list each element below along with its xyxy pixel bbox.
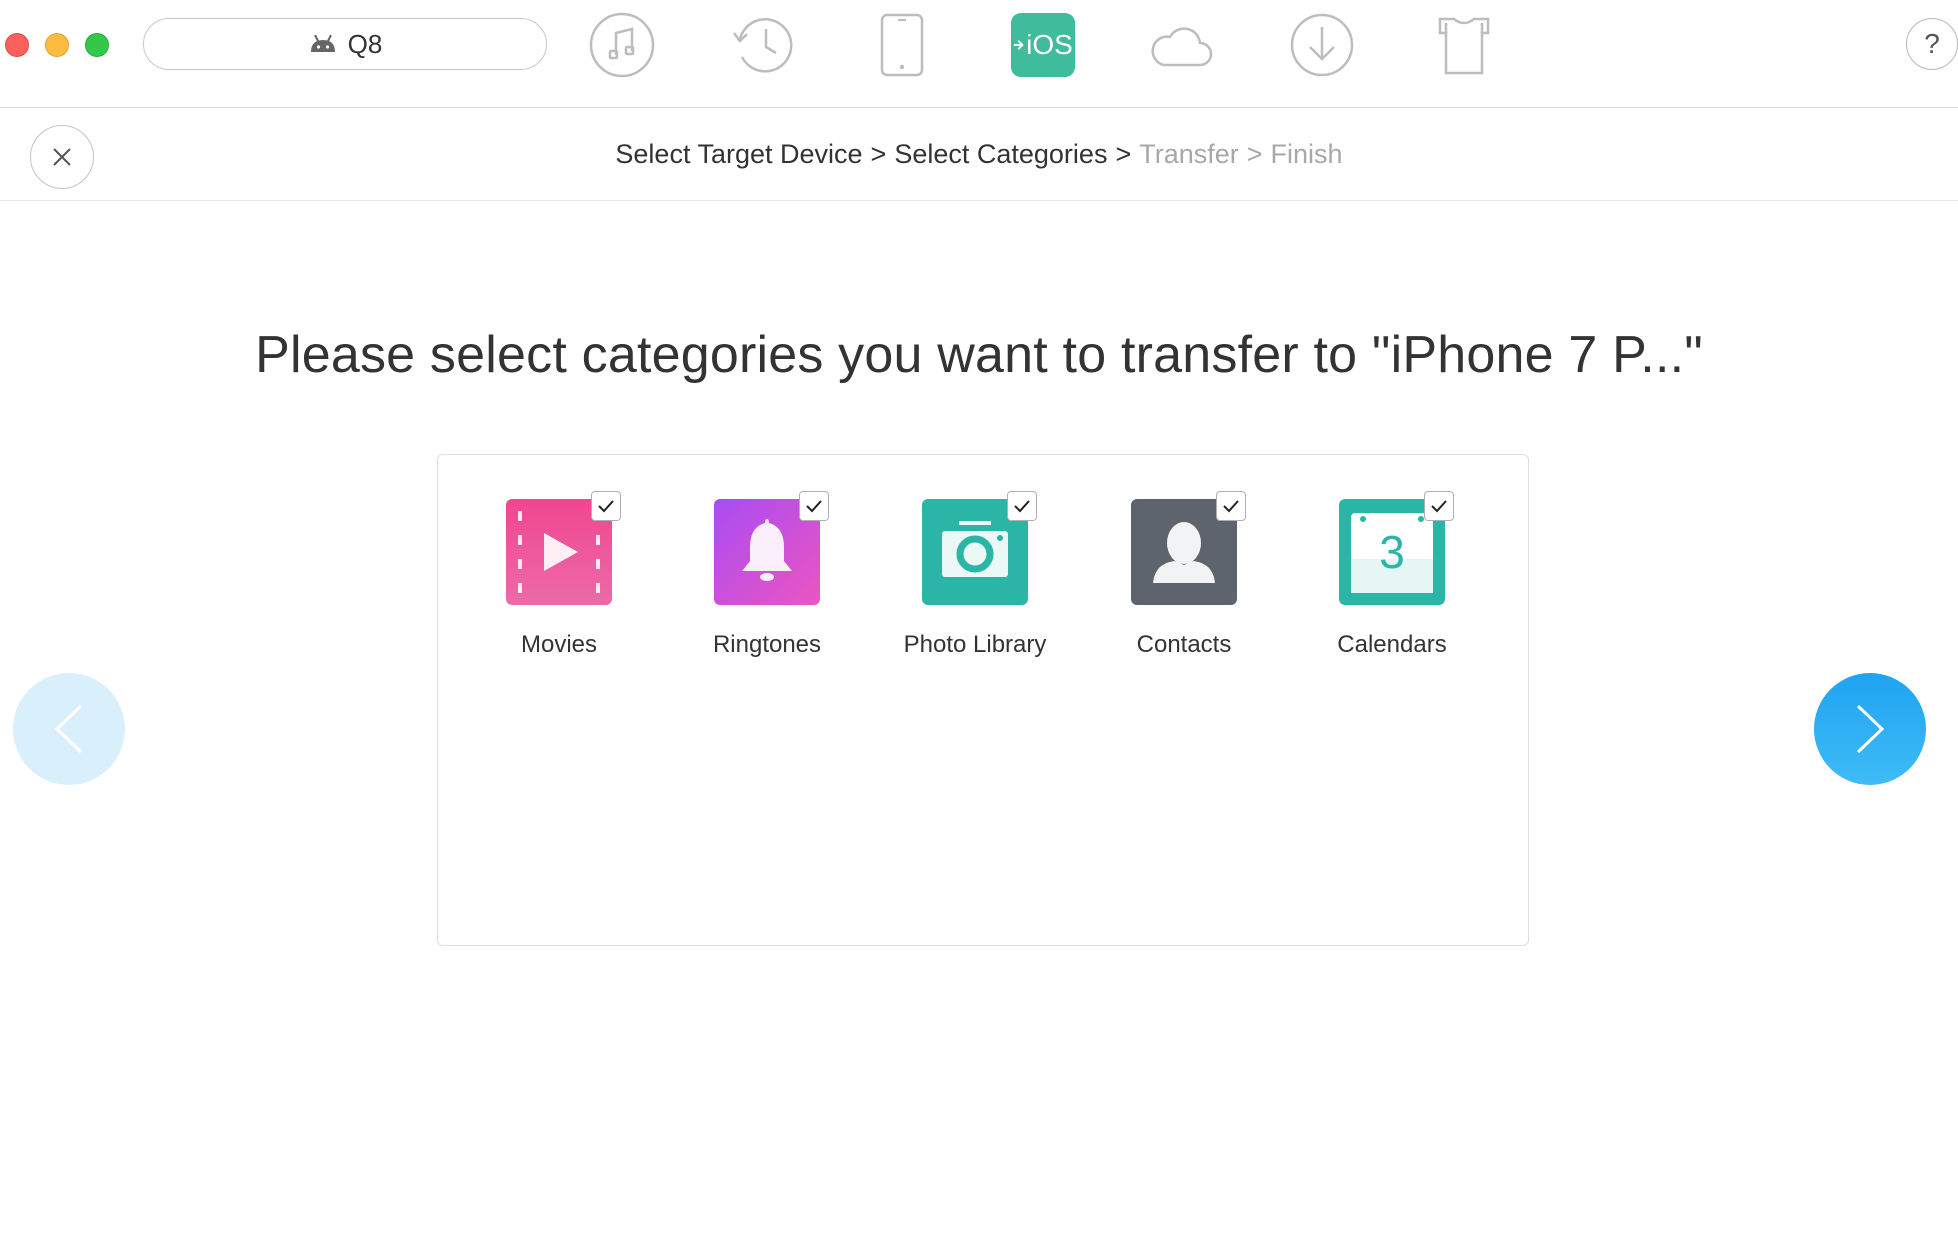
contacts-checkbox[interactable] bbox=[1216, 491, 1246, 521]
title-bar: Q8 iOS ? bbox=[0, 0, 1958, 108]
movies-checkbox[interactable] bbox=[591, 491, 621, 521]
breadcrumb: Select Target Device > Select Categories… bbox=[0, 108, 1958, 201]
minimize-window-button[interactable] bbox=[45, 33, 69, 57]
page-title: Please select categories you want to tra… bbox=[255, 326, 1703, 384]
history-icon bbox=[733, 18, 793, 73]
category-contacts[interactable]: Contacts bbox=[1094, 491, 1274, 659]
device-name: Q8 bbox=[347, 28, 383, 59]
checkmark-icon bbox=[806, 500, 822, 513]
photo-library-checkbox[interactable] bbox=[1007, 491, 1037, 521]
category-calendars[interactable]: 3 Calendars bbox=[1302, 491, 1482, 659]
zoom-window-button[interactable] bbox=[85, 33, 109, 57]
step-finish: Finish bbox=[1270, 139, 1343, 169]
checkmark-icon bbox=[1223, 500, 1239, 513]
chevron-right-icon bbox=[1856, 704, 1885, 754]
to-ios-tool-button[interactable]: iOS bbox=[1011, 13, 1075, 77]
checkmark-icon bbox=[1014, 500, 1030, 513]
phone-icon bbox=[880, 13, 924, 77]
step-select-categories: Select Categories bbox=[894, 139, 1108, 169]
android-icon bbox=[310, 34, 335, 52]
to-ios-icon: iOS bbox=[1013, 29, 1073, 61]
phone-tool-button[interactable] bbox=[867, 10, 937, 80]
category-photo-library[interactable]: Photo Library bbox=[885, 491, 1065, 659]
device-selector[interactable]: Q8 bbox=[143, 18, 547, 70]
previous-button[interactable] bbox=[13, 673, 125, 785]
step-separator: > bbox=[870, 139, 887, 169]
category-label: Contacts bbox=[1136, 631, 1232, 658]
category-label: Movies bbox=[520, 631, 598, 658]
download-icon bbox=[1290, 13, 1354, 77]
category-ringtones[interactable]: Ringtones bbox=[677, 491, 857, 659]
cloud-tool-button[interactable] bbox=[1147, 10, 1217, 80]
music-tool-button[interactable] bbox=[587, 10, 657, 80]
checkmark-icon bbox=[598, 500, 614, 513]
tshirt-tool-button[interactable] bbox=[1429, 10, 1499, 80]
step-transfer: Transfer bbox=[1139, 139, 1239, 169]
history-tool-button[interactable] bbox=[729, 10, 799, 80]
next-button[interactable] bbox=[1814, 673, 1926, 785]
ringtones-checkbox[interactable] bbox=[799, 491, 829, 521]
checkmark-icon bbox=[1431, 500, 1447, 513]
calendar-day: 3 bbox=[1379, 526, 1405, 578]
categories-panel: Movies Ringtones Photo Library Contacts … bbox=[437, 454, 1529, 946]
close-window-button[interactable] bbox=[5, 33, 29, 57]
cloud-icon bbox=[1151, 27, 1213, 67]
calendars-checkbox[interactable] bbox=[1424, 491, 1454, 521]
category-movies[interactable]: Movies bbox=[469, 491, 649, 659]
step-separator: > bbox=[1115, 139, 1132, 169]
music-icon bbox=[589, 12, 655, 78]
download-tool-button[interactable] bbox=[1287, 10, 1357, 80]
category-label: Calendars bbox=[1337, 631, 1447, 658]
step-bar: Select Target Device > Select Categories… bbox=[0, 108, 1958, 201]
step-separator: > bbox=[1246, 139, 1263, 169]
chevron-left-icon bbox=[54, 704, 83, 754]
tshirt-icon bbox=[1438, 17, 1490, 75]
category-label: Photo Library bbox=[903, 631, 1047, 658]
category-label: Ringtones bbox=[712, 631, 822, 658]
help-button[interactable]: ? bbox=[1906, 18, 1958, 70]
step-select-target-device: Select Target Device bbox=[615, 139, 863, 169]
